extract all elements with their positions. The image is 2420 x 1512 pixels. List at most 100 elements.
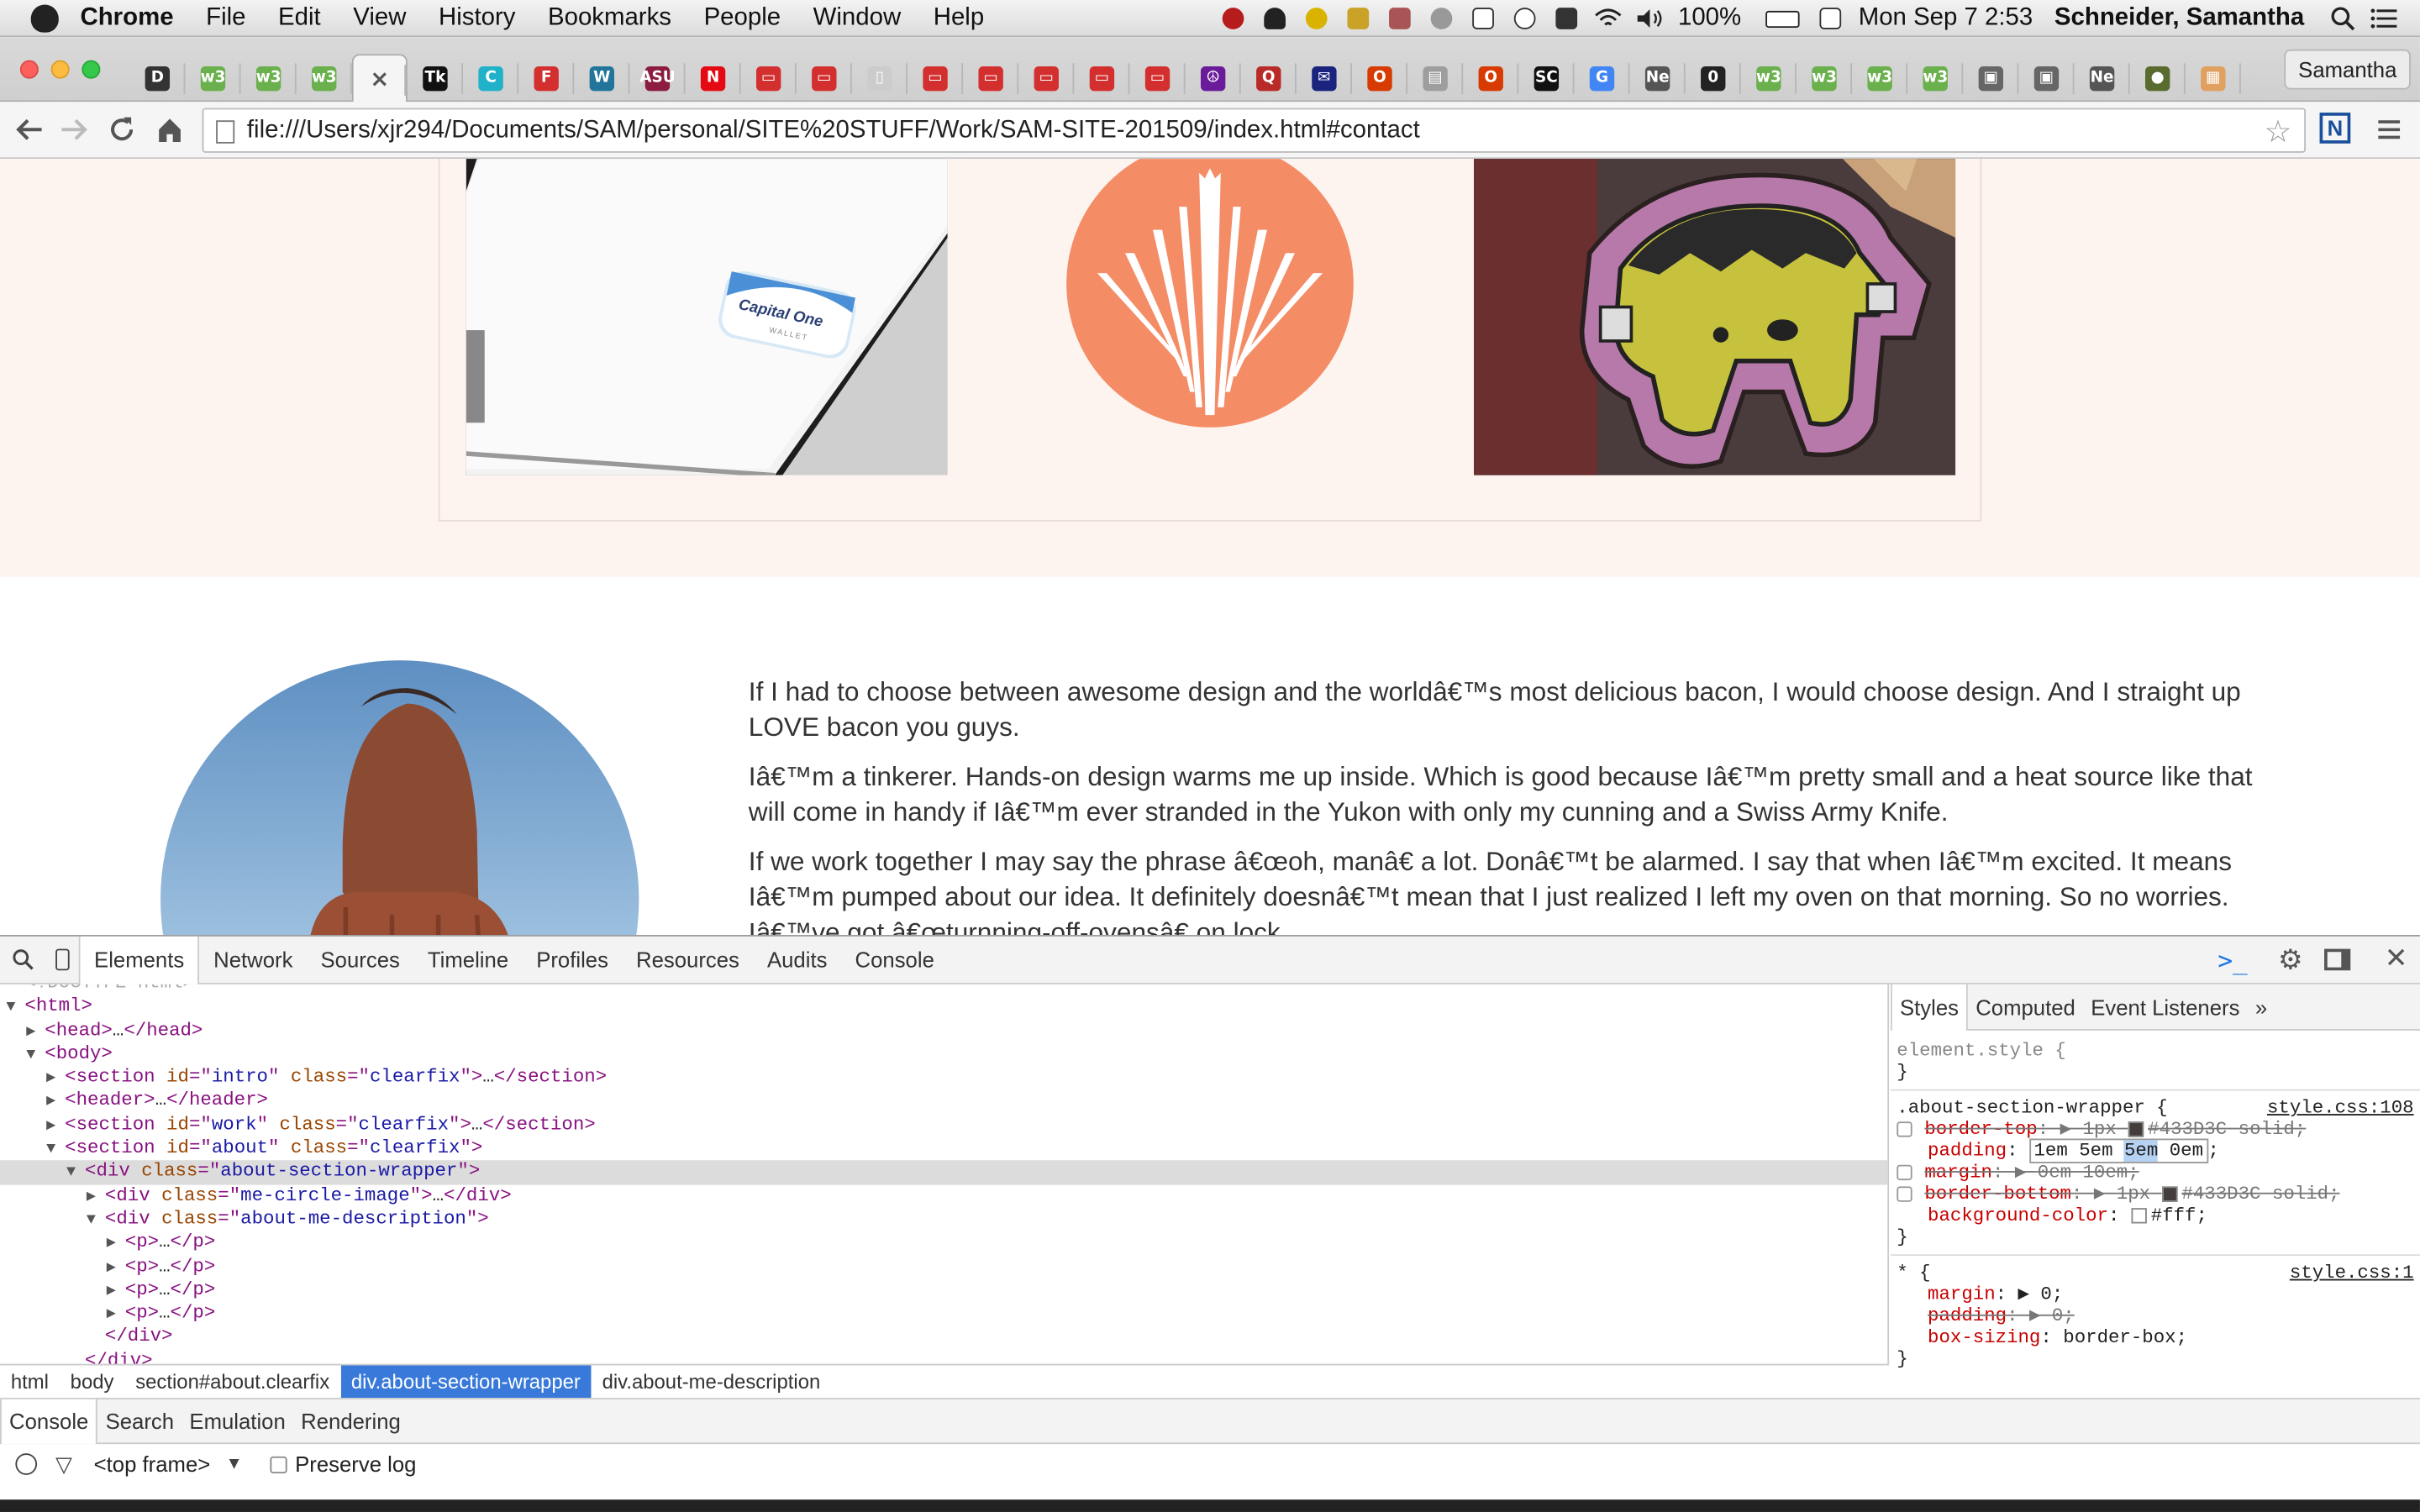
wifi-icon[interactable] (1595, 6, 1623, 30)
browser-tab[interactable]: ▦ (2186, 54, 2241, 102)
dom-node[interactable]: ▶ <p>…</p> (0, 1231, 1887, 1255)
browser-tab[interactable]: O (1463, 54, 1519, 102)
menu-help[interactable]: Help (934, 4, 984, 32)
tab-computed[interactable]: Computed (1968, 984, 2083, 1030)
rule-source-link[interactable]: style.css:108 (2267, 1097, 2414, 1119)
browser-tab[interactable]: Q (1241, 54, 1297, 102)
browser-tab[interactable]: w3 (1741, 54, 1797, 102)
preserve-log-checkbox[interactable] (270, 1455, 287, 1473)
volume-icon[interactable] (1636, 6, 1664, 30)
browser-tab[interactable]: ▭ (963, 54, 1019, 102)
minimize-window-button[interactable] (50, 60, 70, 79)
menu-view[interactable]: View (353, 4, 406, 32)
frame-selector[interactable]: <top frame> (94, 1452, 211, 1476)
collapsed-triangle-icon[interactable]: ▶ (26, 1021, 45, 1044)
tab-console[interactable]: Console (841, 936, 948, 984)
browser-tab[interactable]: ▭ (908, 54, 964, 102)
zoom-window-button[interactable] (82, 60, 101, 79)
expanded-triangle-icon[interactable]: ▼ (6, 997, 24, 1021)
dom-node[interactable]: </div> (0, 1350, 1887, 1364)
status-binoculars-icon[interactable] (1553, 6, 1581, 30)
browser-tab[interactable]: N (685, 54, 741, 102)
browser-tab[interactable]: Ne (1630, 54, 1686, 102)
browser-tab[interactable]: w3 (185, 54, 241, 102)
tab-sources[interactable]: Sources (307, 936, 413, 984)
breadcrumb-item[interactable]: div.about-me-description (592, 1365, 831, 1398)
status-record-icon[interactable] (1219, 6, 1247, 30)
dom-node[interactable]: ▶ <p>…</p> (0, 1302, 1887, 1326)
tab-timeline[interactable]: Timeline (413, 936, 522, 984)
dom-tree[interactable]: <!DOCTYPE html>▼<html>▶<head>…</head>▼<b… (0, 984, 1890, 1364)
browser-tab[interactable]: O (1352, 54, 1408, 102)
browser-tab[interactable]: w3 (1907, 54, 1964, 102)
dom-node[interactable]: ▶ <p>…</p> (0, 1278, 1887, 1302)
spotlight-search-icon[interactable] (2329, 6, 2357, 31)
menu-file[interactable]: File (206, 4, 245, 32)
dom-node[interactable]: ▼ <body> (0, 1042, 1887, 1066)
decl-checkbox[interactable] (1897, 1121, 1912, 1137)
page-viewport[interactable]: Capital One WALLET If I had to choose be… (0, 159, 2420, 936)
menu-history[interactable]: History (439, 4, 515, 32)
tab-network[interactable]: Network (200, 936, 307, 984)
browser-tab[interactable]: C (463, 54, 519, 102)
color-swatch[interactable] (2161, 1186, 2177, 1202)
browser-tab[interactable]: SC (1518, 54, 1575, 102)
menu-window[interactable]: Window (813, 4, 902, 32)
breadcrumb-item[interactable]: body (60, 1365, 125, 1398)
collapsed-triangle-icon[interactable]: ▶ (46, 1116, 65, 1139)
collapsed-triangle-icon[interactable]: ▶ (87, 1186, 105, 1210)
console-drawer-icon[interactable]: >_ (2217, 946, 2247, 975)
browser-tab[interactable]: Tk (408, 54, 464, 102)
browser-tab[interactable]: w3 (241, 54, 297, 102)
status-key-icon[interactable] (1303, 6, 1331, 30)
collapsed-triangle-icon[interactable]: ▶ (107, 1304, 125, 1327)
menu-app-name[interactable]: Chrome (81, 4, 174, 32)
menu-edit[interactable]: Edit (278, 4, 321, 32)
home-button[interactable] (153, 113, 187, 146)
browser-tab[interactable]: ● (2130, 54, 2186, 102)
rule-selector[interactable]: .about-section-wrapper { (1897, 1097, 2167, 1119)
tab-resources[interactable]: Resources (622, 936, 753, 984)
browser-tab[interactable]: w3 (1797, 54, 1853, 102)
battery-icon[interactable] (1763, 6, 1803, 30)
expanded-triangle-icon[interactable]: ▼ (87, 1210, 105, 1233)
browser-tab[interactable]: ▭ (797, 54, 852, 102)
frankenstein-sticker-thumbnail[interactable] (1474, 159, 1956, 475)
dom-node[interactable]: ▼ <html> (0, 995, 1887, 1019)
browser-tab[interactable]: ASU (629, 54, 686, 102)
drawer-tab-search[interactable]: Search (97, 1399, 182, 1443)
back-button[interactable] (13, 113, 46, 146)
dom-node[interactable]: ▶ <section id="work" class="clearfix">…</… (0, 1114, 1887, 1137)
reload-button[interactable] (105, 113, 139, 146)
status-lock-icon[interactable] (1344, 6, 1372, 30)
breadcrumb-item[interactable]: div.about-section-wrapper (340, 1365, 592, 1399)
rule-source-link[interactable]: style.css:1 (2290, 1262, 2414, 1284)
status-display-icon[interactable] (1470, 6, 1497, 30)
tab-profiles[interactable]: Profiles (523, 936, 623, 984)
dom-node[interactable]: ▶ <head>…</head> (0, 1019, 1887, 1042)
tab-styles[interactable]: Styles (1890, 984, 1969, 1030)
close-devtools-icon[interactable]: ✕ (2385, 942, 2408, 975)
collapsed-triangle-icon[interactable]: ▶ (107, 1280, 125, 1304)
status-tools-icon[interactable] (1386, 6, 1414, 30)
browser-tab-active[interactable]: × (351, 54, 408, 102)
clock[interactable]: Mon Sep 7 2:53 (1859, 5, 2033, 33)
browser-tab[interactable]: ▤ (1407, 54, 1464, 102)
bookmark-star-icon[interactable]: ☆ (2265, 113, 2292, 151)
browser-tab[interactable]: F (518, 54, 575, 102)
drawer-tab-emulation[interactable]: Emulation (182, 1399, 293, 1443)
dom-node[interactable]: ▶ <div class="me-circle-image">…</div> (0, 1184, 1887, 1208)
dom-node[interactable]: ▶ <header>…</header> (0, 1090, 1887, 1114)
decl-checkbox[interactable] (1897, 1164, 1912, 1180)
tab-audits[interactable]: Audits (753, 936, 841, 984)
collapsed-triangle-icon[interactable]: ▶ (46, 1091, 65, 1115)
chrome-menu-icon[interactable] (2372, 113, 2406, 146)
browser-tab[interactable]: ✉ (1297, 54, 1352, 102)
browser-tab[interactable]: D (129, 54, 186, 102)
browser-tab[interactable]: ▯ (852, 54, 908, 102)
browser-tab[interactable]: ▣ (2018, 54, 2075, 102)
calendar-icon[interactable] (1817, 6, 1844, 30)
color-swatch[interactable] (2130, 1207, 2147, 1224)
settings-gear-icon[interactable]: ⚙ (2278, 944, 2303, 977)
decl-checkbox[interactable] (1897, 1186, 1912, 1202)
